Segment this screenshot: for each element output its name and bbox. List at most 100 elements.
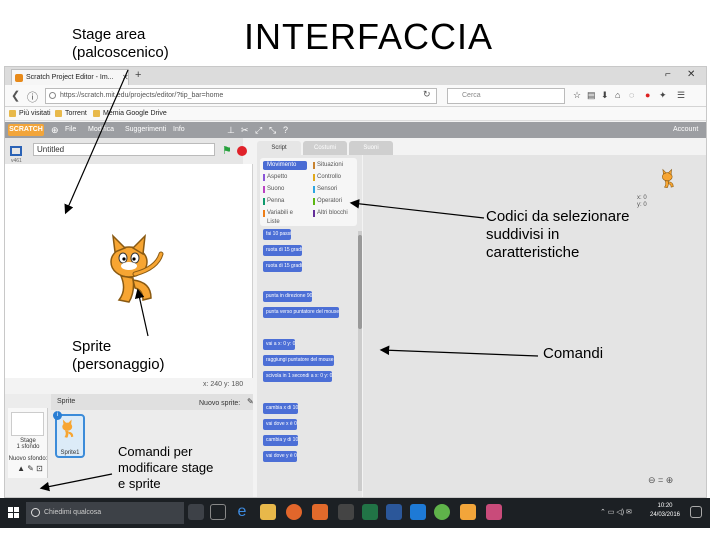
tab-costumes[interactable]: Costumi <box>303 141 347 155</box>
category-events[interactable]: Situazioni <box>313 161 357 170</box>
bookmarks-icon[interactable]: ▤ <box>587 90 596 101</box>
extension-icon[interactable]: ● <box>645 90 650 100</box>
utorrent-icon[interactable] <box>434 504 450 520</box>
new-backdrop-icons[interactable]: ▲ ✎ ⊡ <box>10 464 50 473</box>
firefox-icon[interactable] <box>286 504 302 520</box>
download-icon[interactable]: ⬇ <box>601 90 609 101</box>
comandi-label: Comandi <box>543 345 604 362</box>
word-icon[interactable] <box>386 504 402 520</box>
menu-edit[interactable]: Modifica <box>88 122 114 138</box>
info-icon[interactable]: ⓘ <box>27 89 38 105</box>
restore-icon[interactable]: ⌐ <box>665 69 671 80</box>
category-data[interactable]: Variabili e Liste <box>263 209 307 225</box>
browser-tab[interactable]: Scratch Project Editor - Im... ✕ <box>11 69 129 85</box>
block-palette: Movimento Aspetto Suono Penna Variabili … <box>257 155 362 497</box>
zoom-controls[interactable]: ⊖ = ⊕ <box>648 475 673 486</box>
sprite-panel-header: Sprite Nuovo sprite: ✎ <box>51 394 254 410</box>
sprite-thumbnail[interactable]: i Sprite1 <box>53 411 85 458</box>
scripts-area[interactable] <box>363 155 706 497</box>
category-sound[interactable]: Suono <box>263 185 307 194</box>
windows-start-icon[interactable] <box>8 507 20 519</box>
category-pen[interactable]: Penna <box>263 197 307 206</box>
shrink-icon[interactable]: ⤡ <box>269 122 276 138</box>
bookmark-item[interactable]: Più visitati <box>9 107 51 121</box>
category-looks[interactable]: Aspetto <box>263 173 307 182</box>
scratch-menubar: SCRATCH ⊕ File Modifica Suggerimenti Inf… <box>5 122 706 138</box>
category-control[interactable]: Controllo <box>313 173 357 182</box>
app-icon[interactable] <box>486 504 502 520</box>
reload-icon[interactable]: ↻ <box>423 89 431 100</box>
menu-tips[interactable]: Suggerimenti <box>125 122 166 138</box>
cat-sprite-icon[interactable] <box>99 234 179 314</box>
tab-sounds[interactable]: Suoni <box>349 141 393 155</box>
globe-icon[interactable]: ⊕ <box>51 122 59 138</box>
url-text: https://scratch.mit.edu/projects/editor/… <box>60 92 224 99</box>
block-go-to[interactable]: raggiungi puntatore del mouse <box>263 355 334 366</box>
block-move[interactable]: fai 10 passi <box>263 229 292 240</box>
block-glide[interactable]: scivola in 1 secondi a x: 0 y: 0 <box>263 371 333 382</box>
app-icon[interactable] <box>460 504 476 520</box>
microphone-icon[interactable] <box>188 504 204 520</box>
palette-scrollbar[interactable] <box>358 231 362 491</box>
stage-thumb-label: Stage 1 sfondo <box>16 438 40 450</box>
green-flag-icon[interactable]: ⚑ <box>222 144 232 157</box>
pocket-icon[interactable]: ◌ <box>629 90 634 100</box>
new-sprite-label: Nuovo sprite: <box>199 400 241 407</box>
block-go-to-xy[interactable]: vai a x: 0 y: 0 <box>263 339 296 350</box>
account-menu[interactable]: Account <box>673 122 698 138</box>
home-icon[interactable]: ⌂ <box>615 90 620 100</box>
block-point-towards[interactable]: punta verso puntatore del mouse <box>263 307 340 318</box>
browser-window: Scratch Project Editor - Im... ✕ + ⌐ ✕ ❮… <box>4 66 707 498</box>
block-turn-right[interactable]: ruota di 15 gradi <box>263 245 303 256</box>
store-icon[interactable] <box>410 504 426 520</box>
block-change-y[interactable]: cambia y di 10 <box>263 435 299 446</box>
cortana-search[interactable]: Chiedimi qualcosa <box>26 502 184 524</box>
block-point-direction[interactable]: punta in direzione 90 <box>263 291 313 302</box>
grow-icon[interactable]: ⤢ <box>255 122 262 138</box>
block-turn-left[interactable]: ruota di 15 gradi <box>263 261 303 272</box>
delete-icon[interactable]: ✂ <box>241 122 249 138</box>
system-clock[interactable]: 10:20 24/03/2016 <box>645 502 685 520</box>
notifications-icon[interactable] <box>690 506 702 518</box>
close-tab-icon[interactable]: ✕ <box>122 70 129 85</box>
fullscreen-icon[interactable] <box>10 146 22 156</box>
file-explorer-icon[interactable] <box>260 504 276 520</box>
stop-icon[interactable] <box>237 146 247 156</box>
paint-sprite-icon[interactable]: ✎ <box>247 394 254 410</box>
menu-icon[interactable]: ☰ <box>677 90 685 101</box>
bookmark-item[interactable]: Torrent <box>55 107 87 121</box>
calculator-icon[interactable] <box>338 504 354 520</box>
help-icon[interactable]: ? <box>283 122 288 138</box>
scratch-logo[interactable]: SCRATCH <box>8 124 44 136</box>
powerpoint-icon[interactable] <box>312 504 328 520</box>
menu-about[interactable]: Info <box>173 122 185 138</box>
block-categories: Movimento Aspetto Suono Penna Variabili … <box>260 158 357 226</box>
bookmark-item[interactable]: Memia Google Drive <box>93 107 167 121</box>
tray-icons[interactable]: ⌃ ▭ ◁) ✉ <box>600 508 632 516</box>
project-title-input[interactable]: Untitled <box>33 143 215 156</box>
category-more-blocks[interactable]: Altri blocchi <box>313 209 357 218</box>
back-icon[interactable]: ❮ <box>11 89 20 102</box>
block-set-y[interactable]: vai dove y è 0 <box>263 451 297 462</box>
close-window-icon[interactable]: ✕ <box>687 69 695 80</box>
sprites-heading: Sprite <box>57 398 76 405</box>
task-view-icon[interactable] <box>210 504 226 520</box>
search-bar[interactable]: Cerca <box>447 88 565 104</box>
tab-scripts[interactable]: Script <box>257 141 301 155</box>
new-tab-icon[interactable]: + <box>135 69 141 81</box>
block-change-x[interactable]: cambia x di 10 <box>263 403 299 414</box>
bookmarks-bar: Più visitati Torrent Memia Google Drive <box>5 107 706 121</box>
category-motion[interactable]: Movimento <box>263 161 307 170</box>
address-bar[interactable]: https://scratch.mit.edu/projects/editor/… <box>45 88 437 104</box>
star-icon[interactable]: ☆ <box>573 90 581 101</box>
edge-icon[interactable]: e <box>234 504 250 520</box>
scrollbar-thumb[interactable] <box>358 235 362 329</box>
category-operators[interactable]: Operatori <box>313 197 357 206</box>
menu-file[interactable]: File <box>65 122 76 138</box>
sync-icon[interactable]: ✦ <box>659 90 667 101</box>
excel-icon[interactable] <box>362 504 378 520</box>
stage-thumbnail[interactable]: Stage 1 sfondo Nuovo sfondo: ▲ ✎ ⊡ <box>8 408 48 478</box>
block-set-x[interactable]: vai dove x è 0 <box>263 419 297 430</box>
duplicate-icon[interactable]: ⊥ <box>227 122 235 138</box>
category-sensing[interactable]: Sensori <box>313 185 357 194</box>
